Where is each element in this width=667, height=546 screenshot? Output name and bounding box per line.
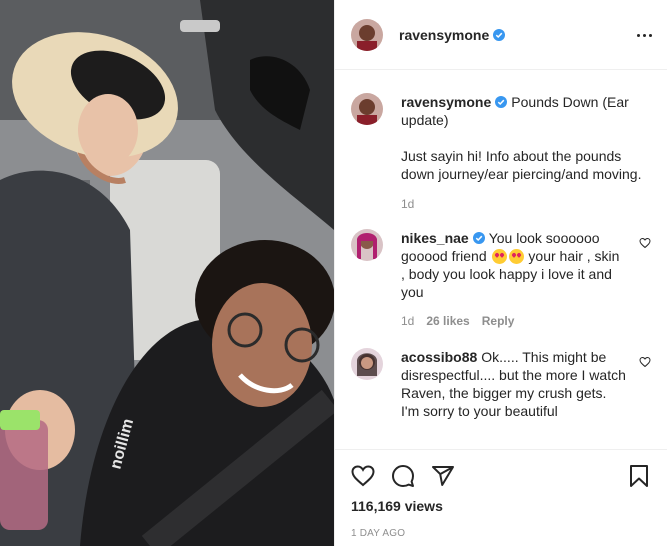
post-media[interactable]: noillim [0, 0, 334, 546]
comment-item: acossibo88 Ok..... This might be disrespe… [351, 348, 651, 420]
comment-icon[interactable] [391, 464, 415, 488]
caption-time[interactable]: 1d [401, 197, 414, 211]
comments-list[interactable]: ravensymone Pounds Down (Ear update) Just… [335, 71, 667, 449]
commenter-avatar[interactable] [351, 229, 383, 261]
caption-body: Just sayin hi! Info about the pounds dow… [401, 148, 642, 182]
heart-eyes-emoji-icon [508, 249, 524, 264]
comment-like-heart-icon[interactable] [639, 356, 651, 368]
comment-like-heart-icon[interactable] [639, 237, 651, 249]
heart-icon[interactable] [351, 464, 375, 488]
author-avatar[interactable] [351, 18, 383, 51]
commenter-avatar[interactable] [351, 348, 383, 380]
caption-avatar[interactable] [351, 93, 383, 125]
comment-username[interactable]: acossibo88 [401, 349, 477, 365]
post-header: ravensymone [335, 0, 667, 70]
comment-likes[interactable]: 26 likes [426, 314, 469, 328]
share-icon[interactable] [431, 464, 455, 488]
post-caption: ravensymone Pounds Down (Ear update) Just… [351, 71, 651, 211]
post-actions: 116,169 views 1 DAY AGO [335, 449, 667, 546]
post-date[interactable]: 1 DAY AGO [351, 528, 651, 539]
post-side-panel: ravensymone ravensymone Pounds Down (Ear … [334, 0, 667, 546]
view-count[interactable]: 116,169 views [351, 498, 651, 514]
comment-time[interactable]: 1d [401, 314, 414, 328]
comment-username[interactable]: nikes_nae [401, 230, 469, 246]
verified-badge-icon [495, 96, 508, 108]
comment-item: nikes_nae You look soooooo gooood friend … [351, 229, 651, 328]
post-photo: noillim [0, 0, 334, 546]
more-options-icon[interactable] [635, 26, 653, 44]
author-username[interactable]: ravensymone [399, 27, 489, 43]
bookmark-icon[interactable] [627, 464, 651, 488]
verified-badge-icon [493, 28, 506, 41]
heart-eyes-emoji-icon [491, 249, 507, 264]
verified-badge-icon [472, 232, 485, 244]
reply-button[interactable]: Reply [482, 314, 515, 328]
caption-username[interactable]: ravensymone [401, 94, 491, 110]
